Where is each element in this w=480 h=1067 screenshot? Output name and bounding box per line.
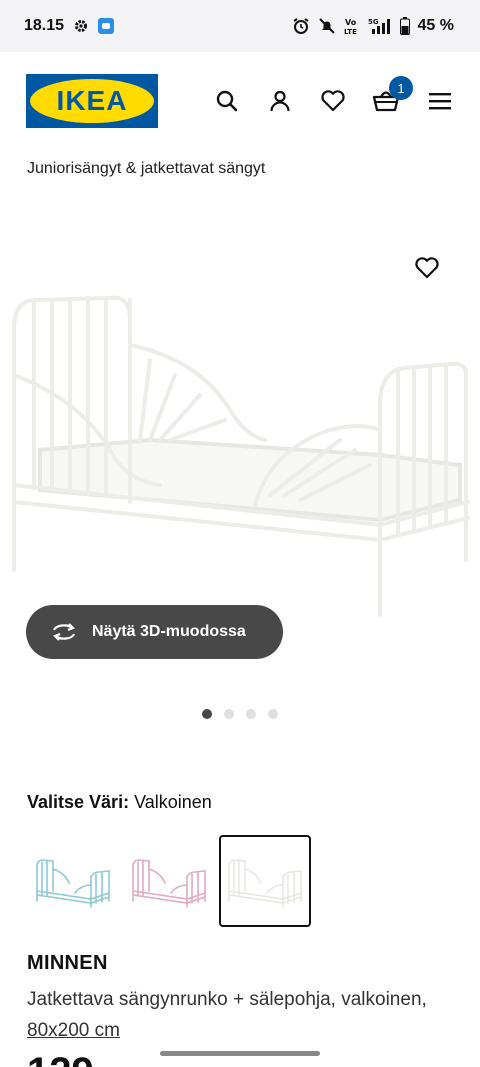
mute-bell-icon bbox=[318, 17, 336, 35]
view-3d-label: Näytä 3D-muodossa bbox=[92, 623, 246, 640]
volte-icon: Vo LTE bbox=[344, 17, 360, 35]
alarm-icon bbox=[292, 17, 310, 35]
product-size-link[interactable]: 80x200 cm bbox=[27, 1020, 120, 1041]
carousel-dot[interactable] bbox=[224, 709, 234, 719]
search-icon[interactable] bbox=[211, 85, 243, 117]
color-value: Valkoinen bbox=[134, 792, 212, 812]
product-image[interactable] bbox=[0, 240, 480, 630]
ikea-logo[interactable]: IKEA bbox=[26, 74, 158, 128]
product-price: 129 bbox=[27, 1052, 94, 1067]
signal-5g-icon: 5G bbox=[368, 17, 392, 35]
svg-text:IKEA: IKEA bbox=[57, 85, 128, 116]
carousel-dots bbox=[202, 709, 278, 719]
site-header: IKEA 1 bbox=[0, 52, 480, 152]
carousel-dot[interactable] bbox=[268, 709, 278, 719]
settings-gear-icon bbox=[74, 19, 88, 33]
color-swatches bbox=[27, 835, 311, 927]
breadcrumb[interactable]: Juniorisängyt & jatkettavat sängyt bbox=[27, 160, 265, 178]
wishlist-heart-icon[interactable] bbox=[317, 85, 349, 117]
status-bar: 18.15 Vo LTE 5G 45 % bbox=[0, 0, 480, 52]
product-description: Jatkettava sängynrunko + sälepohja, valk… bbox=[27, 984, 447, 1046]
swatch-pink[interactable] bbox=[123, 835, 215, 927]
battery-percent: 45 % bbox=[417, 17, 454, 34]
gesture-home-bar[interactable] bbox=[160, 1051, 320, 1056]
add-to-favourites-heart-icon[interactable] bbox=[411, 253, 443, 283]
product-description-text: Jatkettava sängynrunko + sälepohja, valk… bbox=[27, 989, 427, 1010]
color-selector-label: Valitse Väri: Valkoinen bbox=[27, 792, 212, 813]
svg-text:Vo: Vo bbox=[345, 18, 357, 27]
rotate-3d-icon bbox=[50, 622, 78, 642]
carousel-dot[interactable] bbox=[202, 709, 212, 719]
swatch-turquoise[interactable] bbox=[27, 835, 119, 927]
view-3d-button[interactable]: Näytä 3D-muodossa bbox=[26, 605, 283, 659]
battery-icon bbox=[399, 17, 410, 35]
cart-count-badge: 1 bbox=[389, 76, 413, 100]
svg-text:5G: 5G bbox=[368, 18, 379, 26]
clock: 18.15 bbox=[24, 17, 65, 34]
menu-hamburger-icon[interactable] bbox=[424, 85, 456, 117]
app-notification-icon bbox=[98, 18, 115, 34]
account-icon[interactable] bbox=[264, 85, 296, 117]
carousel-dot[interactable] bbox=[246, 709, 256, 719]
color-label-title: Valitse Väri: bbox=[27, 792, 130, 812]
swatch-white[interactable] bbox=[219, 835, 311, 927]
svg-text:LTE: LTE bbox=[344, 28, 357, 35]
product-name: MINNEN bbox=[27, 952, 108, 974]
